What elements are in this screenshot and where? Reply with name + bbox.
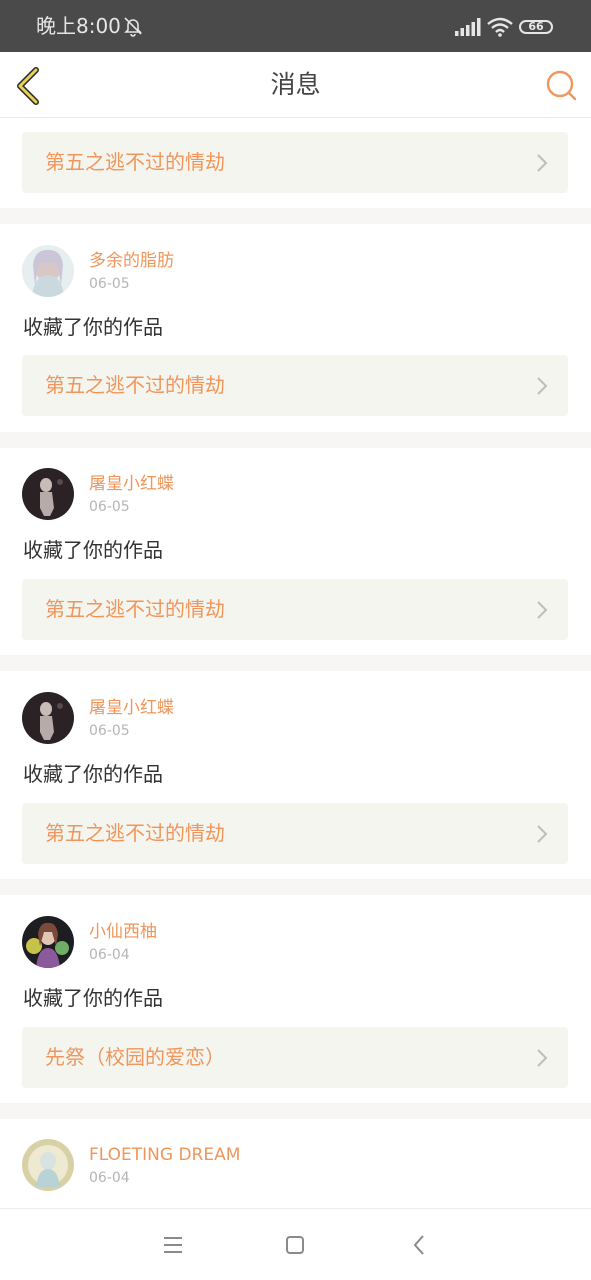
work-title: 第五之逃不过的情劫: [45, 373, 225, 397]
status-time: 晚上8:00: [36, 14, 121, 38]
work-link[interactable]: 第五之逃不过的情劫: [22, 803, 568, 864]
user-name[interactable]: 小仙西柚: [89, 922, 157, 942]
work-title: 第五之逃不过的情劫: [45, 821, 225, 845]
battery-icon: 66: [519, 20, 553, 34]
work-title: 先祭（校园的爱恋）: [45, 1045, 225, 1069]
message-date: 06-05: [89, 723, 130, 739]
triangle-back-icon[interactable]: [411, 1233, 427, 1257]
work-link[interactable]: 第五之逃不过的情劫: [22, 355, 568, 416]
user-name[interactable]: 屠皇小红蝶: [89, 474, 174, 494]
work-link[interactable]: 第五之逃不过的情劫: [22, 132, 568, 193]
user-name[interactable]: 屠皇小红蝶: [89, 698, 174, 718]
divider: [0, 432, 591, 448]
avatar[interactable]: [22, 468, 74, 520]
action-text: 收藏了你的作品: [23, 538, 163, 562]
divider: [0, 1103, 591, 1119]
message-list[interactable]: 第五之逃不过的情劫 多余的脂肪 06-05 收藏了你的作品 第五之逃不过的情劫 …: [0, 118, 591, 1208]
square-home-icon[interactable]: [285, 1235, 305, 1255]
work-link[interactable]: 第五之逃不过的情劫: [22, 579, 568, 640]
message-date: 06-05: [89, 499, 130, 515]
chevron-right-icon: [537, 601, 548, 619]
work-title: 第五之逃不过的情劫: [45, 597, 225, 621]
divider: [0, 655, 591, 671]
chevron-right-icon: [537, 377, 548, 395]
message-date: 06-04: [89, 1170, 130, 1186]
message-date: 06-04: [89, 947, 130, 963]
cell-signal-icon: [455, 18, 481, 36]
user-name[interactable]: FLOETING DREAM: [89, 1145, 240, 1165]
divider: [0, 879, 591, 895]
divider: [0, 208, 591, 224]
status-bar: 晚上8:00 66: [0, 0, 591, 52]
battery-level: 66: [528, 20, 544, 33]
action-text: 收藏了你的作品: [23, 762, 163, 786]
avatar[interactable]: [22, 692, 74, 744]
bell-off-icon: [124, 17, 142, 37]
chevron-right-icon: [537, 1049, 548, 1067]
page-title: 消息: [270, 70, 321, 99]
action-text: 收藏了你的作品: [23, 986, 163, 1010]
message-date: 06-05: [89, 276, 130, 292]
avatar[interactable]: [22, 245, 74, 297]
work-link[interactable]: 先祭（校园的爱恋）: [22, 1027, 568, 1088]
action-text: 收藏了你的作品: [23, 315, 163, 339]
menu-icon[interactable]: [162, 1235, 184, 1255]
app-header: 消息: [0, 52, 591, 118]
work-title: 第五之逃不过的情劫: [45, 150, 225, 174]
chevron-right-icon: [537, 825, 548, 843]
search-icon[interactable]: [544, 68, 578, 102]
chevron-right-icon: [537, 154, 548, 172]
avatar[interactable]: [22, 1139, 74, 1191]
avatar[interactable]: [22, 916, 74, 968]
system-nav-bar: [0, 1208, 591, 1280]
user-name[interactable]: 多余的脂肪: [89, 251, 174, 271]
wifi-icon: [487, 17, 513, 37]
